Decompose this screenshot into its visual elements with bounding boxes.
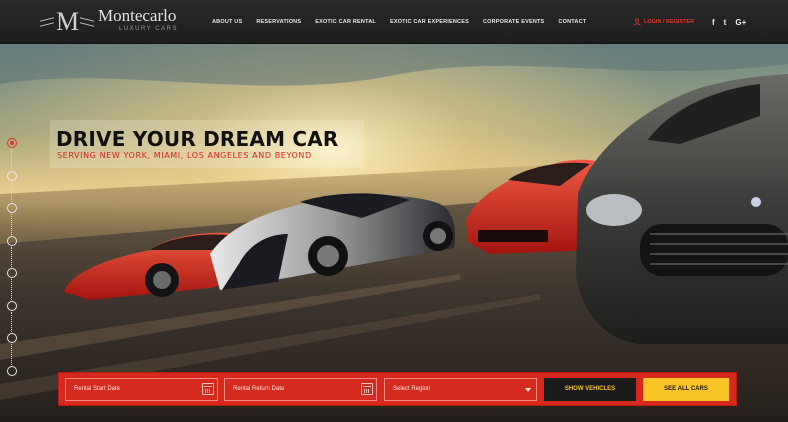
calendar-icon[interactable] [361,383,373,395]
show-vehicles-button[interactable]: SHOW VEHICLES [544,378,636,401]
slide-dot-connector [11,311,13,332]
login-register-label: LOGIN / REGISTER [644,19,695,25]
slide-pagination [6,138,20,378]
hero-title: DRIVE YOUR DREAM CAR [56,127,339,151]
brand-tagline: LUXURY CARS [119,26,178,32]
nav-exotic-car-experiences[interactable]: EXOTIC CAR EXPERIENCES [390,19,469,25]
rental-return-date-placeholder: Rental Return Date [233,386,285,392]
main-nav: ABOUT US RESERVATIONS EXOTIC CAR RENTAL … [212,0,600,44]
see-all-cars-button[interactable]: SEE ALL CARS [643,378,729,401]
slide-dot-connector [11,181,13,202]
login-register-link[interactable]: LOGIN / REGISTER [633,0,694,44]
slide-dot[interactable] [7,333,17,343]
nav-exotic-car-rental[interactable]: EXOTIC CAR RENTAL [315,19,376,25]
user-icon [633,18,641,26]
facebook-icon[interactable]: f [712,18,715,27]
google-plus-icon[interactable]: G+ [735,18,746,27]
nav-reservations[interactable]: RESERVATIONS [256,19,301,25]
hero-banner: DRIVE YOUR DREAM CAR SERVING NEW YORK, M… [0,44,788,422]
nav-contact[interactable]: CONTACT [558,19,586,25]
rental-return-date-input[interactable]: Rental Return Date [224,378,377,401]
twitter-icon[interactable]: t [724,18,727,27]
slide-dot[interactable] [7,268,17,278]
rental-start-date-input[interactable]: Rental Start Date [65,378,218,401]
slide-dot[interactable] [7,170,17,181]
social-links: f t G+ [712,0,755,44]
slide-dot[interactable] [7,138,17,148]
slide-dot[interactable] [7,235,17,246]
brand-logo[interactable]: M Montecarlo LUXURY CARS [40,7,200,37]
slide-dot-connector [11,344,13,365]
hero-cars-image [0,44,788,422]
region-select-value: Select Region [393,386,431,392]
chevron-down-icon [525,388,531,392]
page: M Montecarlo LUXURY CARS ABOUT US RESERV… [0,0,788,422]
slide-dot-connector [11,214,13,235]
slide-dot[interactable] [7,300,17,311]
slide-dot-connector [11,279,13,300]
slide-dot[interactable] [7,203,17,213]
nav-corporate-events[interactable]: CORPORATE EVENTS [483,19,544,25]
slide-dot[interactable] [7,365,17,376]
top-navbar: M Montecarlo LUXURY CARS ABOUT US RESERV… [0,0,788,44]
region-select[interactable]: Select Region [384,378,537,401]
hero-subtitle: SERVING NEW YORK, MIAMI, LOS ANGELES AND… [57,151,312,160]
nav-about-us[interactable]: ABOUT US [212,19,242,25]
brand-name: Montecarlo [98,6,177,25]
calendar-icon[interactable] [202,383,214,395]
slide-dot-connector [11,246,13,267]
rental-start-date-placeholder: Rental Start Date [74,386,121,392]
slide-dot-connector [11,149,13,170]
booking-form: Rental Start Date Rental Return Date Sel… [58,372,737,406]
